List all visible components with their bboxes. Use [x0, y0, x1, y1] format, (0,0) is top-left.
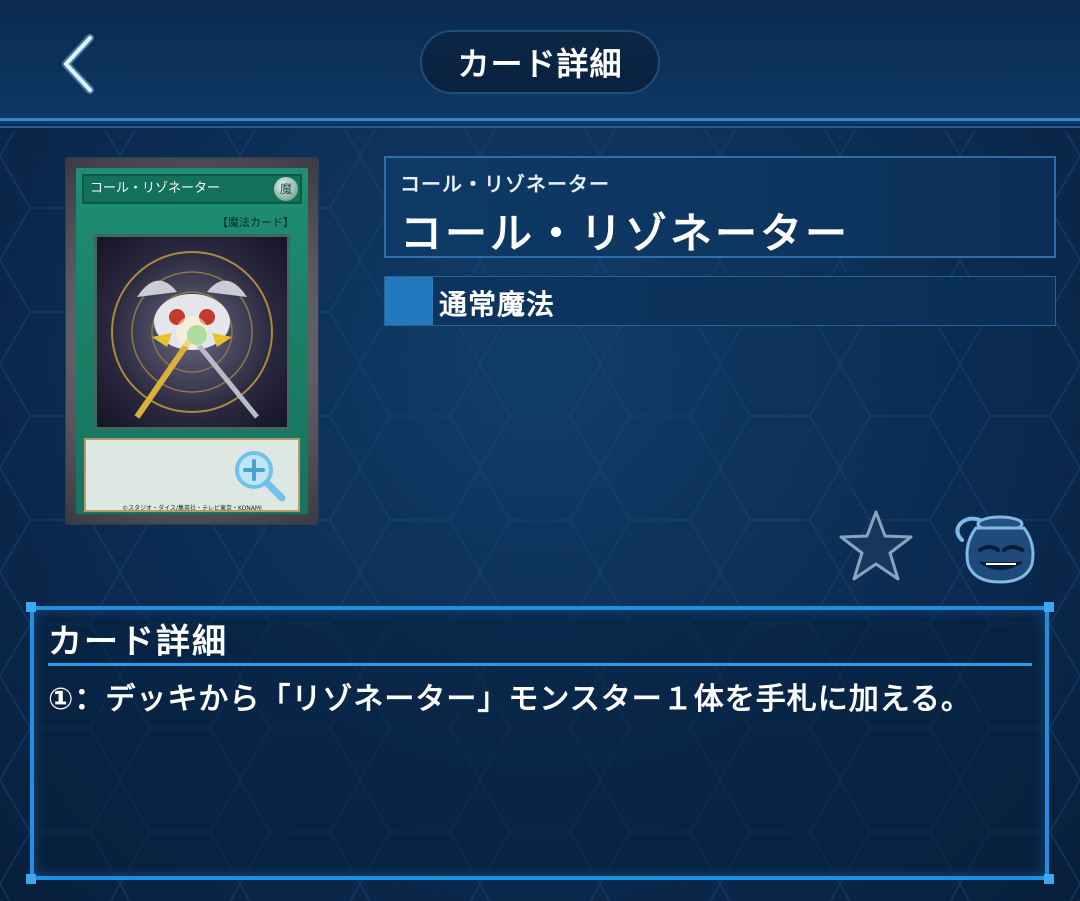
- card-attribute-icon: 魔: [274, 177, 298, 201]
- card-image-type: 【魔法カード】: [217, 216, 294, 229]
- panel-corner: [26, 874, 36, 884]
- card-name: コール・リゾネーター: [400, 209, 851, 258]
- magnifier-plus-icon: [235, 451, 286, 502]
- panel-corner: [1044, 874, 1054, 884]
- star-icon: [839, 510, 913, 581]
- header-divider-secondary: [0, 126, 1080, 128]
- card-image-name: コール・リゾネーター: [82, 174, 302, 204]
- card-type-label: 通常魔法: [439, 288, 556, 321]
- type-marker: [385, 277, 433, 325]
- card-image[interactable]: コール・リゾネーター 魔 【魔法カード】 ©スタジオ・ダイス/集英社・テレビ東京…: [66, 158, 318, 524]
- pot-button[interactable]: [950, 510, 1042, 586]
- page-title: カード詳細: [420, 30, 660, 94]
- detail-heading: カード詳細: [48, 622, 228, 662]
- card-effect-text: ①：デッキから「リゾネーター」モンスター１体を手札に加える。: [48, 682, 972, 717]
- favorite-button[interactable]: [836, 508, 916, 584]
- panel-corner: [1044, 602, 1054, 612]
- back-button[interactable]: [52, 30, 112, 98]
- pot-of-greed-icon: [955, 515, 1035, 584]
- card-copyright: ©スタジオ・ダイス/集英社・テレビ東京・KONAMI: [122, 505, 262, 512]
- header-bar: カード詳細: [0, 0, 1080, 124]
- chevron-left-icon: [62, 34, 94, 94]
- panel-corner: [26, 602, 36, 612]
- card-type-panel: 通常魔法: [384, 276, 1056, 326]
- header-divider: [0, 118, 1080, 121]
- card-artwork: [94, 234, 290, 430]
- card-face: コール・リゾネーター 魔 【魔法カード】 ©スタジオ・ダイス/集英社・テレビ東京…: [76, 168, 308, 514]
- card-name-reading: コール・リゾネーター: [400, 172, 610, 196]
- zoom-button[interactable]: [232, 448, 288, 504]
- detail-divider: [48, 663, 1032, 666]
- card-name-panel: コール・リゾネーター コール・リゾネーター: [384, 156, 1056, 258]
- card-text-box: [84, 438, 300, 512]
